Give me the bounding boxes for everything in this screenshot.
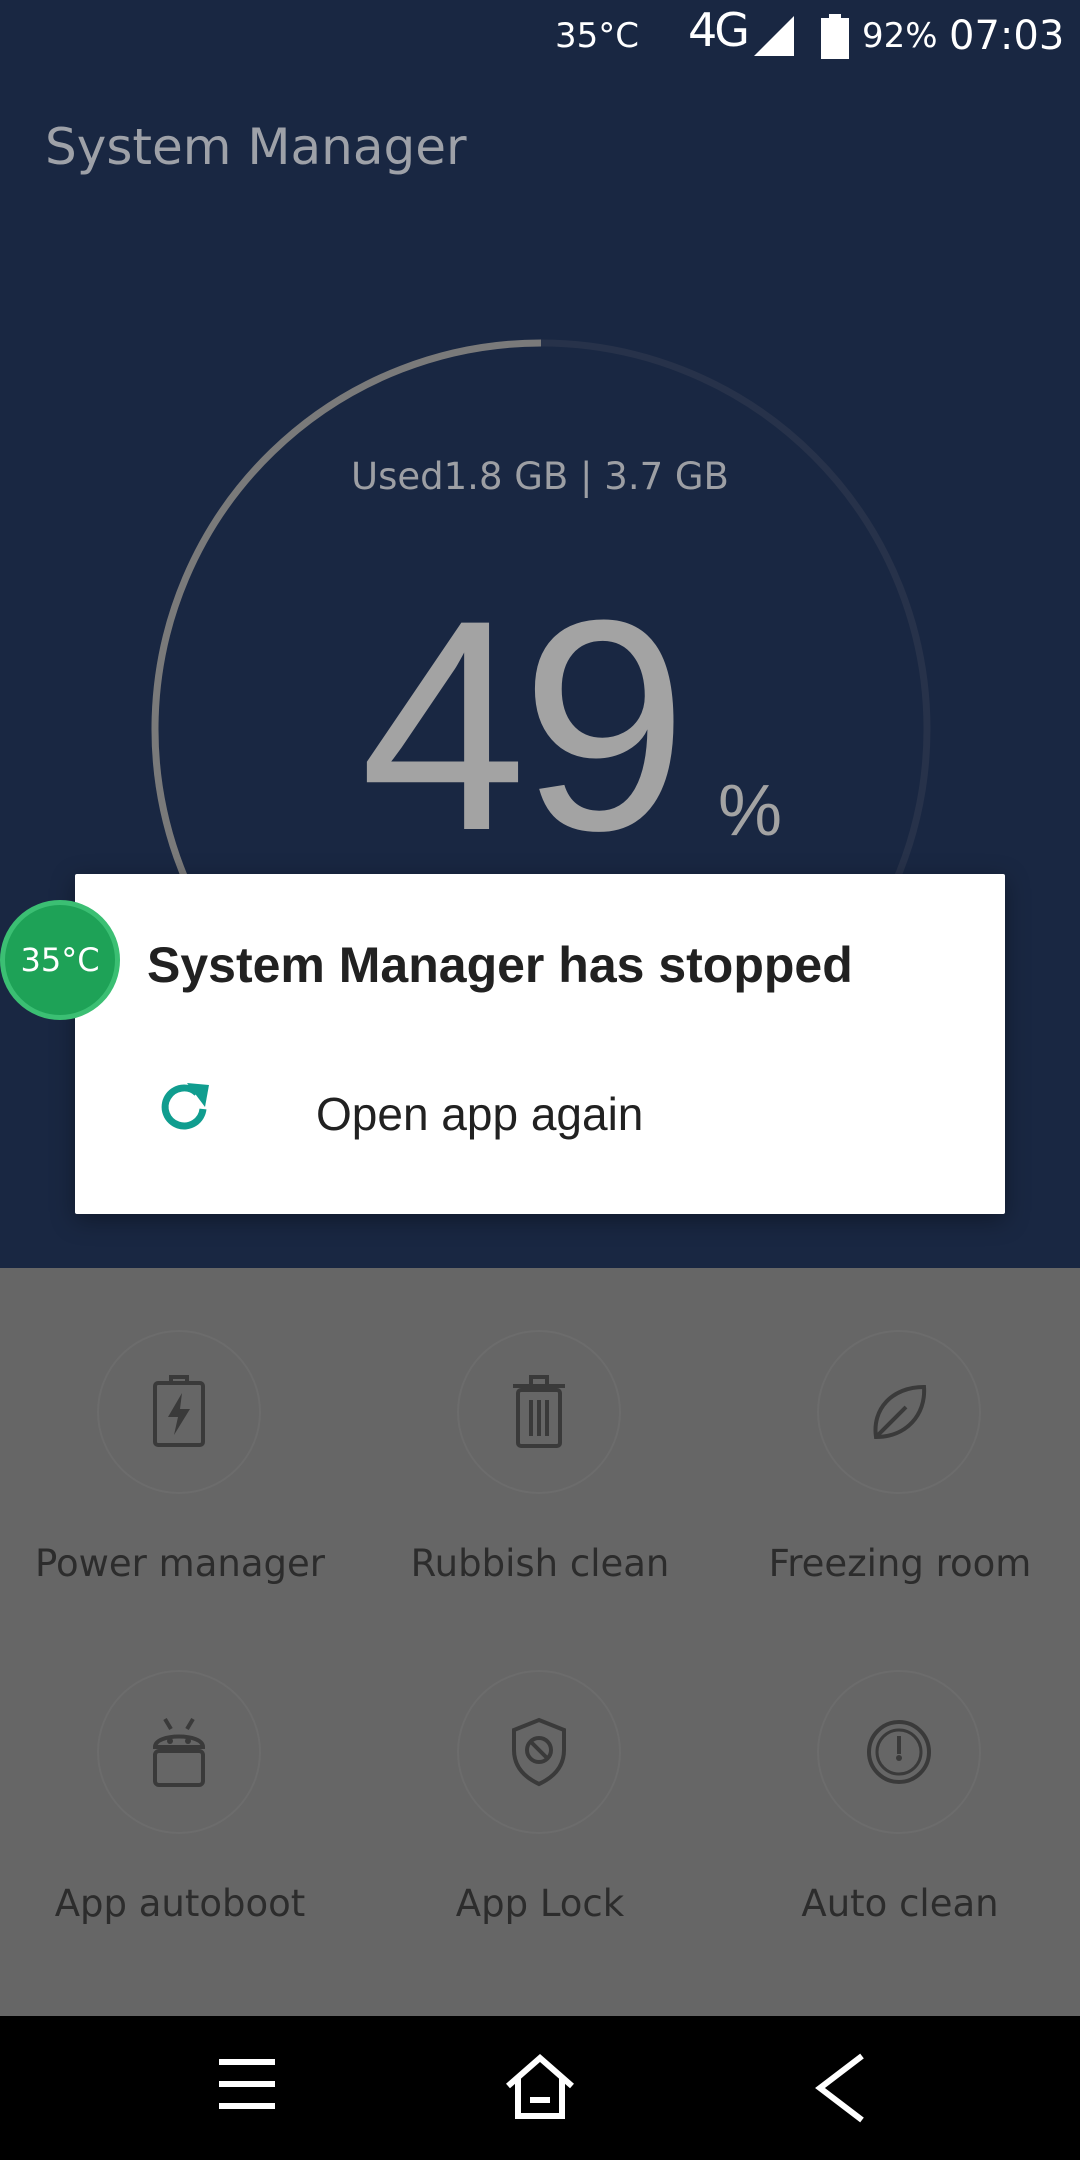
feature-icon-circle [457, 1670, 621, 1834]
status-bar: 35°C 4G 92% 07:03 [0, 0, 1080, 72]
gauge-icon [867, 1720, 931, 1784]
battery-charging-icon [153, 1375, 205, 1447]
back-icon[interactable] [812, 2052, 868, 2124]
feature-label: Rubbish clean [410, 1542, 670, 1585]
dialog-title: System Manager has stopped [147, 937, 853, 993]
navigation-bar [0, 2016, 1080, 2160]
feature-label: Freezing room [768, 1542, 1032, 1585]
shield-block-icon [512, 1717, 566, 1787]
open-app-again-label: Open app again [316, 1088, 644, 1140]
status-network-type: 4G [688, 3, 750, 57]
android-icon [152, 1717, 206, 1787]
trash-icon [513, 1375, 565, 1448]
status-time: 07:03 [949, 13, 1065, 59]
refresh-icon [161, 1083, 209, 1130]
feature-label: Power manager [35, 1542, 325, 1585]
memory-percent-sign: % [718, 771, 783, 851]
app-stopped-dialog: System Manager has stopped Open app agai… [75, 874, 1005, 1214]
memory-used-text: Used1.8 GB | 3.7 GB [351, 455, 729, 498]
bubble-temperature-text: 35°C [20, 941, 100, 979]
feature-icon-circle [817, 1670, 981, 1834]
feature-icon-circle [97, 1670, 261, 1834]
page-title: System Manager [45, 118, 467, 176]
cell-signal-icon [754, 16, 794, 56]
status-battery-percent: 92% [862, 16, 938, 56]
floating-temperature-bubble[interactable]: 35°C [0, 900, 120, 1020]
feature-icon-circle [457, 1330, 621, 1494]
home-icon[interactable] [504, 2052, 576, 2124]
status-temperature: 35°C [555, 16, 640, 56]
feature-icon-circle [817, 1330, 981, 1494]
feature-grid: Power manager Rubbish clean Freezing roo… [0, 1268, 1080, 2016]
menu-icon[interactable] [217, 2052, 277, 2124]
memory-percent-value: 49 [360, 557, 688, 893]
leaf-icon [873, 1384, 927, 1440]
feature-label: Auto clean [801, 1882, 999, 1925]
feature-label: App Lock [455, 1882, 625, 1925]
feature-icon-circle [97, 1330, 261, 1494]
feature-label: App autoboot [54, 1882, 306, 1925]
battery-icon [821, 14, 849, 59]
open-app-again-option[interactable]: Open app again [75, 1079, 1005, 1199]
